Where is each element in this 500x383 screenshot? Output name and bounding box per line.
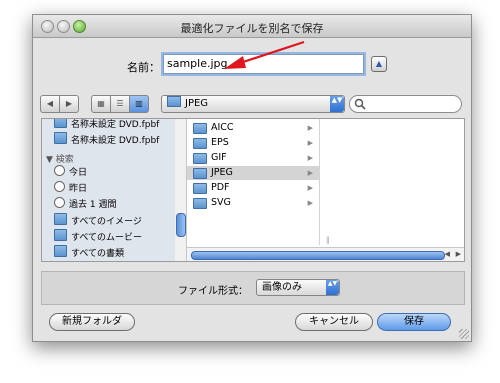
sidebar-item-all-documents[interactable]: すべての書類 bbox=[54, 245, 124, 259]
title-bar: 最適化ファイルを別名で保存 bbox=[33, 15, 471, 38]
folder-icon bbox=[54, 229, 67, 241]
sidebar: 名称未設定 DVD.fpbf 名称未設定 DVD.fpbf ▼ 検索 今日 昨日… bbox=[42, 119, 176, 261]
sidebar-item-label: すべてのイメージ bbox=[71, 217, 142, 227]
sidebar-item-label: すべてのムービー bbox=[71, 233, 143, 243]
sidebar-item-label: 名称未設定 DVD.fpbf bbox=[71, 136, 160, 146]
folder-label: SVG bbox=[211, 197, 231, 208]
sidebar-item-today[interactable]: 今日 bbox=[54, 165, 87, 179]
folder-icon bbox=[193, 198, 207, 209]
chevron-right-icon: ▶ bbox=[307, 199, 313, 207]
search-field[interactable] bbox=[349, 95, 462, 113]
sidebar-item-label: 今日 bbox=[69, 168, 88, 178]
clock-icon bbox=[54, 197, 65, 208]
sidebar-search-header[interactable]: ▼ 検索 bbox=[46, 152, 74, 165]
file-browser: 名称未設定 DVD.fpbf 名称未設定 DVD.fpbf ▼ 検索 今日 昨日… bbox=[41, 118, 465, 262]
file-format-label: ファイル形式： bbox=[178, 286, 248, 297]
sidebar-item-label: 過去 1 週間 bbox=[69, 200, 117, 210]
folder-column: AICC ▶ EPS ▶ GIF ▶ JPEG ▶ PDF ▶ SVG ▶ bbox=[187, 119, 320, 245]
sidebar-item-past-week[interactable]: 過去 1 週間 bbox=[54, 197, 116, 211]
file-format-popup[interactable]: 画像のみ ▲▼ bbox=[256, 279, 340, 296]
location-label: JPEG bbox=[185, 98, 209, 109]
sidebar-item-all-images[interactable]: すべてのイメージ bbox=[54, 213, 142, 227]
new-folder-button[interactable]: 新規フォルダ bbox=[49, 313, 135, 331]
sidebar-item-all-movies[interactable]: すべてのムービー bbox=[54, 229, 142, 243]
search-icon bbox=[354, 98, 366, 110]
sidebar-item-dvd-1[interactable]: 名称未設定 DVD.fpbf bbox=[54, 119, 159, 130]
sidebar-item-label: すべての書類 bbox=[71, 249, 125, 259]
resize-grip-icon[interactable] bbox=[459, 329, 469, 339]
list-item[interactable]: SVG ▶ bbox=[187, 196, 319, 210]
folder-icon bbox=[193, 138, 207, 149]
sidebar-item-label: 名称未設定 DVD.fpbf bbox=[71, 120, 160, 130]
save-dialog-window: 最適化ファイルを別名で保存 名前： sample.jpg ▲ ◀ ▶ ▦ ☰ ▥… bbox=[32, 14, 472, 342]
scroll-left-arrow-icon[interactable]: ◀ bbox=[445, 248, 450, 261]
folder-icon bbox=[167, 96, 181, 107]
column-resize-handle[interactable]: ‖ bbox=[326, 236, 330, 244]
expand-dialog-button[interactable]: ▲ bbox=[371, 56, 387, 72]
folder-icon bbox=[54, 245, 67, 257]
chevron-right-icon: ▶ bbox=[307, 139, 313, 147]
format-stepper-icon: ▲▼ bbox=[326, 280, 339, 295]
sidebar-scrollbar[interactable] bbox=[175, 119, 187, 261]
list-view-button[interactable]: ☰ bbox=[110, 95, 130, 113]
list-item[interactable]: EPS ▶ bbox=[187, 136, 319, 150]
column-view-button[interactable]: ▥ bbox=[129, 95, 149, 113]
folder-label: GIF bbox=[211, 152, 227, 163]
list-item-selected[interactable]: JPEG ▶ bbox=[187, 166, 319, 180]
folder-icon bbox=[193, 123, 207, 134]
list-item[interactable]: PDF ▶ bbox=[187, 181, 319, 195]
clock-icon bbox=[54, 165, 65, 176]
window-title: 最適化ファイルを別名で保存 bbox=[180, 22, 324, 35]
clock-icon bbox=[54, 181, 65, 192]
location-popup[interactable]: JPEG ▲▼ bbox=[161, 95, 345, 113]
sidebar-scroll-thumb[interactable] bbox=[176, 213, 186, 237]
filename-label: 名前： bbox=[127, 61, 160, 74]
file-format-value: 画像のみ bbox=[262, 282, 302, 293]
filename-field[interactable]: sample.jpg bbox=[163, 54, 364, 74]
horizontal-scrollbar[interactable]: ◀ ▶ bbox=[187, 247, 464, 261]
list-item[interactable]: AICC ▶ bbox=[187, 121, 319, 135]
folder-icon bbox=[193, 183, 207, 194]
folder-label: JPEG bbox=[211, 167, 233, 178]
cancel-button[interactable]: キャンセル bbox=[295, 313, 373, 331]
chevron-right-icon: ▶ bbox=[307, 184, 313, 192]
folder-label: EPS bbox=[211, 137, 229, 148]
chevron-right-icon: ▶ bbox=[307, 124, 313, 132]
format-panel: ファイル形式： 画像のみ ▲▼ bbox=[41, 271, 465, 305]
sidebar-item-dvd-2[interactable]: 名称未設定 DVD.fpbf bbox=[54, 132, 159, 146]
icon-view-button[interactable]: ▦ bbox=[91, 95, 111, 113]
location-stepper-icon: ▲▼ bbox=[330, 96, 344, 112]
folder-icon bbox=[193, 153, 207, 164]
folder-icon bbox=[193, 168, 207, 179]
folder-label: PDF bbox=[211, 182, 230, 193]
sidebar-item-label: 昨日 bbox=[69, 184, 88, 194]
folder-label: AICC bbox=[211, 122, 234, 133]
forward-button[interactable]: ▶ bbox=[59, 95, 79, 113]
back-button[interactable]: ◀ bbox=[40, 95, 60, 113]
chevron-right-icon: ▶ bbox=[307, 169, 313, 177]
chevron-right-icon: ▶ bbox=[307, 154, 313, 162]
list-item[interactable]: GIF ▶ bbox=[187, 151, 319, 165]
sidebar-item-yesterday[interactable]: 昨日 bbox=[54, 181, 87, 195]
horizontal-scroll-thumb[interactable] bbox=[191, 251, 445, 260]
scroll-right-arrow-icon[interactable]: ▶ bbox=[456, 248, 461, 261]
folder-icon bbox=[54, 213, 67, 225]
document-icon bbox=[54, 119, 67, 128]
document-icon bbox=[54, 132, 67, 144]
save-button[interactable]: 保存 bbox=[377, 313, 451, 331]
